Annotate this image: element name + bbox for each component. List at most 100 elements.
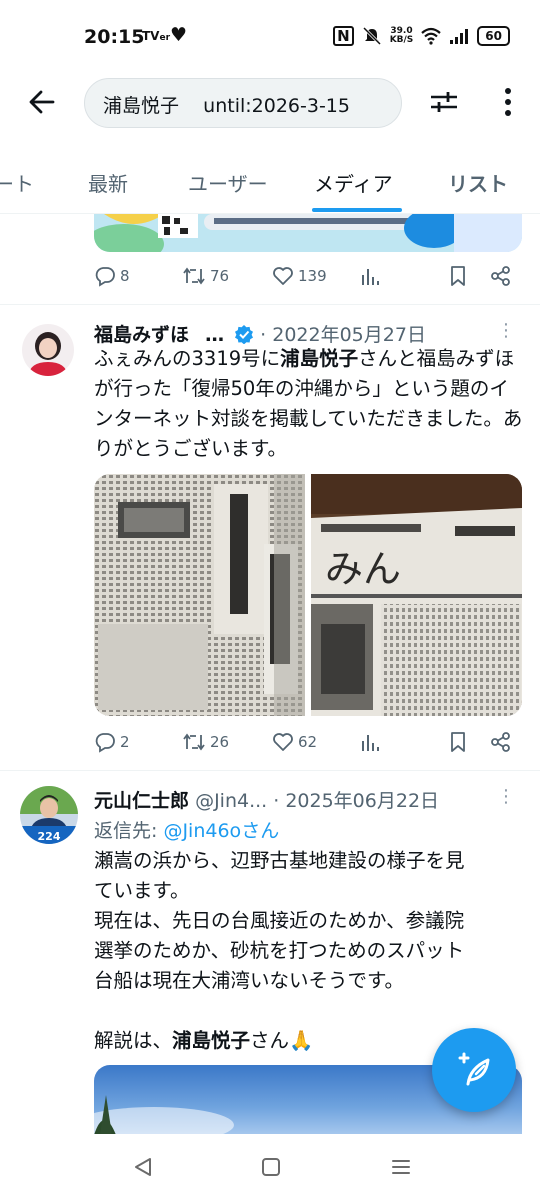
heart-icon: [273, 733, 293, 751]
search-input[interactable]: 浦島悦子 until:2026-3-15: [84, 78, 402, 128]
views-chart-icon: [362, 269, 379, 285]
author-name[interactable]: 福島みずほ: [94, 324, 189, 346]
tab-users[interactable]: ユーザー: [188, 168, 268, 197]
status-bar: 20:15 TVer ♥ N 39.0 KB/S 60: [0, 0, 540, 70]
heart-notification-icon: ♥: [170, 24, 188, 46]
battery-level: 60: [477, 26, 510, 46]
retweet-button[interactable]: 76: [182, 265, 229, 287]
tab-latest[interactable]: 最新: [88, 168, 128, 197]
previous-tweet-media[interactable]: [94, 214, 522, 252]
views-button[interactable]: [360, 265, 380, 287]
menu-lines-icon: [392, 1160, 410, 1174]
share-button[interactable]: [490, 265, 512, 287]
tweet-actions: 2 26 62: [94, 728, 522, 758]
like-button[interactable]: 62: [272, 731, 317, 753]
tweet-text-part: 解説は、: [94, 1029, 173, 1052]
reply-button[interactable]: 2: [94, 731, 130, 753]
active-tab-indicator: [312, 208, 402, 212]
views-button[interactable]: [360, 731, 380, 753]
reply-icon: [95, 733, 115, 753]
tweet-text-part: ふぇみんの3319号に: [94, 347, 281, 370]
tweet-text-line: ています。: [94, 879, 190, 902]
sliders-icon: [431, 92, 457, 112]
tweet-date: · 2025年06月22日: [273, 790, 440, 812]
tweet-text-line: 台船は現在大浦湾いないそうです。: [94, 969, 405, 992]
reply-count: 8: [120, 267, 130, 285]
system-nav-bar: [0, 1134, 540, 1199]
reply-icon: [95, 267, 115, 287]
avatar[interactable]: [22, 324, 74, 376]
bookmark-button[interactable]: [448, 265, 468, 287]
tab-top[interactable]: ート: [0, 168, 34, 197]
bookmark-icon: [451, 732, 465, 752]
nfc-icon: N: [333, 26, 354, 46]
search-filter-button[interactable]: [426, 84, 462, 120]
heart-icon: [273, 267, 293, 285]
media-photo-1[interactable]: [94, 474, 305, 716]
tweet-header: 元山仁士郎 @Jin4... · 2025年06月22日: [94, 786, 439, 812]
mute-bell-icon: [362, 27, 381, 45]
reply-count: 2: [120, 733, 130, 751]
retweet-icon: [183, 733, 205, 751]
previous-tweet-actions: 8 76 139: [94, 262, 522, 292]
back-arrow-icon: [29, 90, 55, 114]
avatar-badge-number: 224: [38, 830, 61, 843]
search-tabs: ート 最新 ユーザー メディア リスト: [0, 150, 540, 214]
vertical-dots-icon: [505, 88, 511, 116]
tweet-divider: [0, 304, 540, 305]
like-button[interactable]: 139: [272, 265, 327, 287]
tweet-text-part: さん🙏: [250, 1029, 314, 1052]
avatar[interactable]: 224: [20, 786, 78, 844]
compose-feather-icon: [458, 1052, 490, 1086]
reply-to-mention[interactable]: @Jin46o: [163, 820, 241, 842]
nav-back-button[interactable]: [128, 1152, 158, 1182]
tweet-header: 福島みずほ … · 2022年05月27日: [94, 320, 426, 346]
net-speed: 39.0 KB/S: [390, 27, 414, 45]
share-icon: [491, 732, 510, 752]
author-name[interactable]: 元山仁士郎: [94, 790, 189, 812]
previous-media-illustration: [94, 214, 522, 252]
highlighted-term: 浦島悦子: [172, 1029, 251, 1052]
bookmark-button[interactable]: [448, 731, 468, 753]
compose-button[interactable]: [432, 1028, 516, 1112]
tweet-text: 瀬嵩の浜から、辺野古基地建設の様子を見 ています。 現在は、先日の台風接近のため…: [94, 846, 526, 1056]
tweet-text: ふぇみんの3319号に浦島悦子さんと福島みずほが行った「復帰50年の沖縄から」と…: [94, 344, 526, 464]
name-ellipsis: …: [205, 324, 225, 346]
tweet-date: · 2022年05月27日: [260, 324, 426, 346]
tweet-media-grid: みん: [94, 474, 522, 716]
tweet-text-line: 瀬嵩の浜から、辺野古基地建設の様子を見: [94, 849, 465, 872]
retweet-button[interactable]: 26: [182, 731, 229, 753]
triangle-back-icon: [135, 1158, 151, 1176]
nav-home-button[interactable]: [256, 1152, 286, 1182]
tweet-text-line: 現在は、先日の台風接近のためか、参議院: [94, 909, 465, 932]
square-home-icon: [262, 1158, 280, 1176]
tweet-more-button[interactable]: ⋮: [497, 786, 515, 807]
wifi-icon: [421, 27, 442, 45]
status-time: 20:15: [84, 26, 145, 48]
reply-button[interactable]: 8: [94, 265, 130, 287]
back-button[interactable]: [24, 84, 60, 120]
search-query: 浦島悦子 until:2026-3-15: [103, 95, 350, 117]
net-speed-unit: KB/S: [389, 35, 414, 45]
reply-to-label: 返信先:: [94, 820, 164, 842]
views-chart-icon: [362, 735, 379, 751]
like-count: 62: [298, 733, 318, 751]
author-handle[interactable]: @Jin4...: [195, 790, 267, 812]
retweet-count: 26: [210, 733, 230, 751]
reply-to-suffix: さん: [241, 820, 280, 842]
avatar-image: [22, 324, 74, 376]
tweet-more-button[interactable]: ⋮: [497, 320, 515, 341]
tweet-text-line: 選挙のためか、砂杭を打つためのスパット: [94, 939, 465, 962]
retweet-icon: [183, 267, 205, 285]
overflow-menu-button[interactable]: [490, 84, 526, 120]
nav-recents-button[interactable]: [386, 1152, 416, 1182]
avatar-image: 224: [20, 786, 78, 844]
media-photo-2[interactable]: みん: [311, 474, 522, 716]
tweet-divider: [0, 770, 540, 771]
tab-media[interactable]: メディア: [314, 168, 393, 197]
newspaper-photo-2: みん: [311, 474, 522, 716]
share-button[interactable]: [490, 731, 512, 753]
verified-badge-icon: [235, 325, 254, 345]
tab-lists[interactable]: リスト: [448, 168, 508, 197]
